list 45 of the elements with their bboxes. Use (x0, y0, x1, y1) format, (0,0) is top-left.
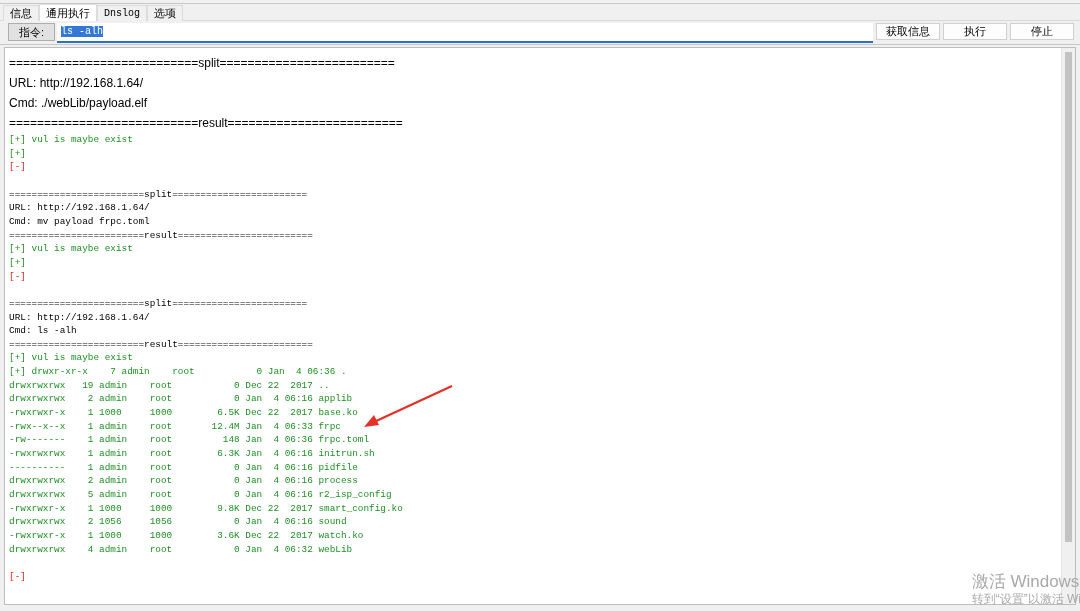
output-line: drwxrwxrwx 2 admin root 0 Jan 4 06:16 applib (9, 392, 353, 407)
output-line: [+] vul is maybe exist (9, 133, 133, 147)
output-line: [+] vul is maybe exist (9, 242, 133, 256)
command-label[interactable]: 指令: (8, 23, 55, 41)
command-field[interactable]: ls -alh (57, 23, 873, 43)
action-button[interactable]: 执行 (943, 23, 1007, 40)
output-line: [-] (9, 160, 26, 174)
output-line: -rwxrwxr-x 1 1000 1000 9.8K Dec 22 2017 smart_config.ko (9, 501, 403, 516)
output-line: [+] vul is maybe exist (9, 351, 133, 366)
output-line: drwxrwxrwx 5 admin root 0 Jan 4 06:16 r2_isp_config (9, 488, 392, 502)
output-line: Cmd: ./webLib/payload.elf (9, 95, 148, 112)
tab[interactable]: 信息 (3, 5, 39, 21)
output-line: [+] drwxr-xr-x 7 admin root 0 Jan 4 06:36 . (9, 365, 347, 379)
output-line: drwxrwxrwx 2 1056 1056 0 Jan 4 06:16 sound (9, 515, 347, 529)
activation-hint: 转到“设置”以激活 Wi (971, 592, 1080, 607)
output-line: drwxrwxrwx 2 admin root 0 Jan 4 06:16 process (9, 474, 358, 489)
tab[interactable]: 选项 (147, 5, 183, 21)
output-line: URL: http://192.168.1.64/ (9, 75, 144, 92)
output-line: -rw------- 1 admin root 148 Jan 4 06:36 frpc.toml (9, 433, 370, 448)
output-line: ========================result======================== (9, 228, 313, 243)
output-line: [-] (9, 269, 26, 284)
scrollbar-thumb[interactable] (1065, 52, 1072, 542)
output-line: URL: http://192.168.1.64/ (9, 201, 150, 215)
output-line: Cmd: mv payload frpc.toml (9, 214, 150, 229)
output-line: ========================split======================== (9, 296, 308, 311)
tab[interactable]: 通用执行 (39, 4, 97, 21)
output-line: [+] (9, 255, 26, 270)
output-line: ========================result======================== (9, 337, 313, 352)
action-button[interactable]: 停止 (1010, 23, 1074, 40)
output-line: drwxrwxrwx 19 admin root 0 Dec 22 2017 .. (9, 378, 330, 393)
output-line: -rwxrwxr-x 1 1000 1000 6.5K Dec 22 2017 base.ko (9, 406, 358, 420)
output-line: [-] (9, 569, 26, 584)
output-line: [+] (9, 146, 26, 161)
output-line: Cmd: ls -alh (9, 324, 77, 338)
output-line: -rwx--x--x 1 admin root 12.4M Jan 4 06:33 frpc (9, 419, 341, 434)
output-line: ========================split======================== (9, 187, 308, 202)
output-line: -rwxrwxr-x 1 1000 1000 3.6K Dec 22 2017 watch.ko (9, 529, 364, 543)
output-line: ===========================split========================= (9, 55, 395, 72)
output-line: -rwxrwxrwx 1 admin root 6.3K Jan 4 06:16 initrun.sh (9, 447, 375, 461)
output-line: URL: http://192.168.1.64/ (9, 310, 150, 325)
output-line: drwxrwxrwx 4 admin root 0 Jan 4 06:32 webLib (9, 542, 353, 557)
tab[interactable]: Dnslog (97, 5, 147, 21)
action-button[interactable]: 获取信息 (876, 23, 940, 40)
output-line: ---------- 1 admin root 0 Jan 4 06:16 pidfile (9, 460, 358, 475)
output-line: ===========================result========================= (9, 115, 403, 132)
